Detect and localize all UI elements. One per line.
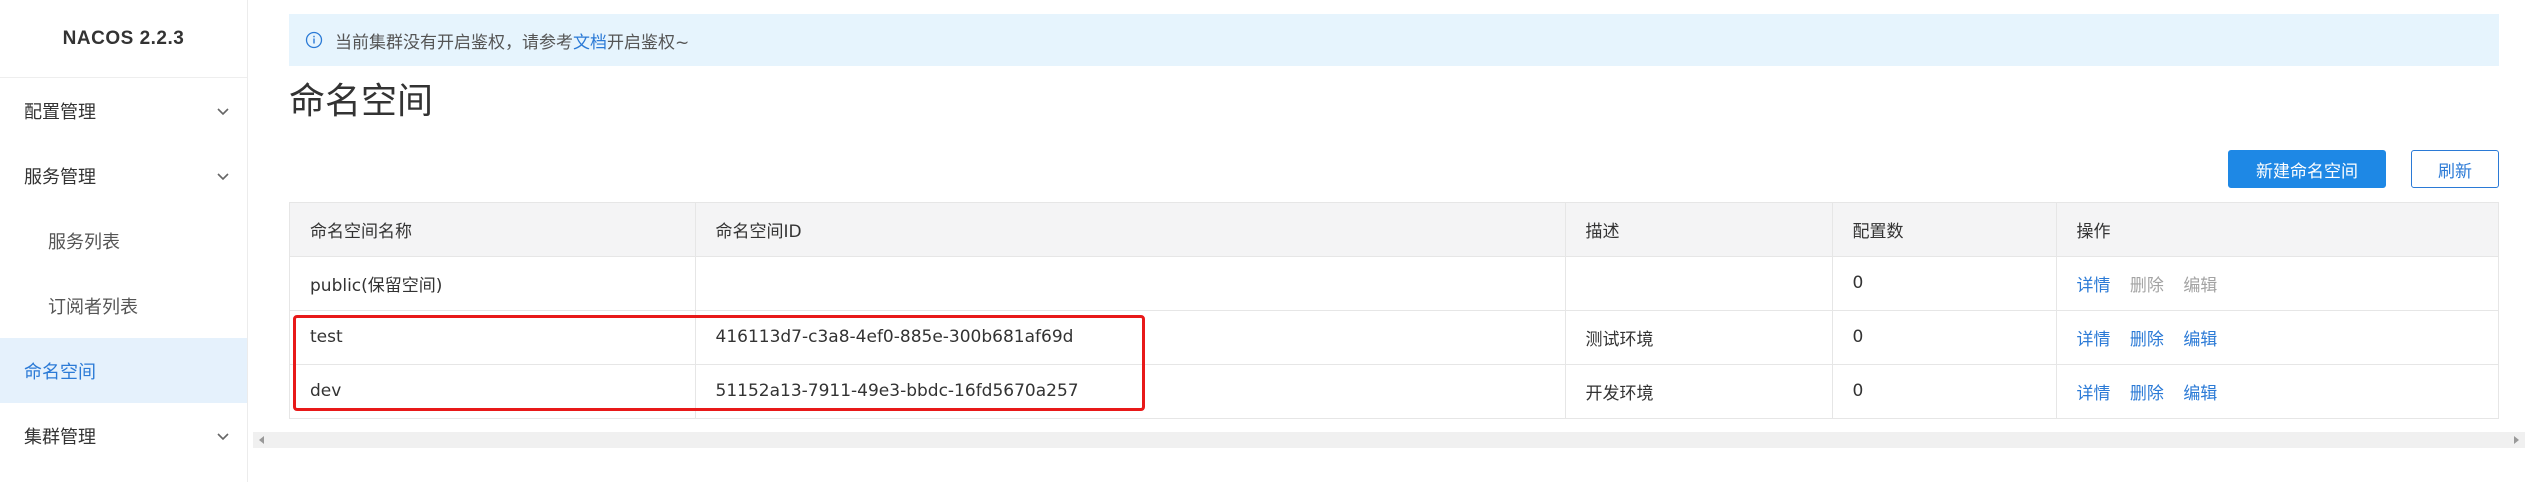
edit-link[interactable]: 编辑 [2183,330,2217,350]
row-actions: 详情 删除 编辑 [2056,364,2498,418]
config-count: 0 [1832,364,2057,418]
chevron-down-icon [217,432,229,440]
alert-text: 当前集群没有开启鉴权，请参考 [335,32,573,53]
auth-alert: 当前集群没有开启鉴权，请参考 文档 开启鉴权~ [289,14,2499,66]
sidebar-item-label: 命名空间 [24,361,96,383]
sidebar-item-label: 集群管理 [24,426,96,448]
namespace-name: dev [290,364,696,418]
docs-link[interactable]: 文档 [573,28,607,53]
sidebar-item-label: 订阅者列表 [48,296,138,318]
sidebar-item-config-management[interactable]: 配置管理 [0,78,247,143]
column-header-config-count: 配置数 [1832,203,2057,257]
chevron-down-icon [217,107,229,115]
delete-link[interactable]: 删除 [2130,330,2164,350]
horizontal-scrollbar[interactable] [253,432,2525,448]
app: NACOS 2.2.3 配置管理 服务管理 服务列表 订阅者列表 命名空间 集群… [0,0,2537,482]
sidebar-item-cluster-management[interactable]: 集群管理 [0,403,247,468]
detail-link[interactable]: 详情 [2077,276,2111,296]
detail-link[interactable]: 详情 [2077,330,2111,350]
column-header-id: 命名空间ID [695,203,1566,257]
namespace-id: 51152a13-7911-49e3-bbdc-16fd5670a257 [695,364,1566,418]
column-header-actions: 操作 [2056,203,2498,257]
namespace-id [695,256,1566,311]
edit-link[interactable]: 编辑 [2183,384,2217,404]
table-row: dev 51152a13-7911-49e3-bbdc-16fd5670a257… [290,364,2498,418]
namespace-id: 416113d7-c3a8-4ef0-885e-300b681af69d [695,310,1566,365]
delete-link[interactable]: 删除 [2130,384,2164,404]
sidebar: NACOS 2.2.3 配置管理 服务管理 服务列表 订阅者列表 命名空间 集群… [0,0,248,482]
sidebar-item-service-management[interactable]: 服务管理 [0,143,247,208]
config-count: 0 [1832,256,2057,311]
create-namespace-button[interactable]: 新建命名空间 [2228,150,2386,188]
namespace-description: 开发环境 [1565,364,1833,418]
namespace-name: test [290,310,696,365]
sidebar-item-namespace[interactable]: 命名空间 [0,338,247,403]
row-actions: 详情 删除 编辑 [2056,256,2498,311]
delete-link-disabled: 删除 [2129,275,2164,296]
edit-link-disabled: 编辑 [2183,275,2218,296]
sidebar-item-subscriber-list[interactable]: 订阅者列表 [0,273,247,338]
sidebar-item-service-list[interactable]: 服务列表 [0,208,247,273]
namespace-description: 测试环境 [1565,310,1833,365]
brand-logo: NACOS 2.2.3 [0,0,247,78]
table-row: test 416113d7-c3a8-4ef0-885e-300b681af69… [290,310,2498,365]
table-header-row: 命名空间名称 命名空间ID 描述 配置数 操作 [290,203,2498,257]
scroll-left-arrow-icon[interactable] [257,435,267,445]
main-content: 当前集群没有开启鉴权，请参考 文档 开启鉴权~ 命名空间 新建命名空间 刷新 命名空… [253,0,2525,482]
sidebar-item-label: 服务列表 [48,231,120,253]
column-header-name: 命名空间名称 [290,203,696,257]
info-icon [305,31,323,49]
page-title: 命名空间 [289,81,434,122]
namespace-name: public(保留空间) [290,256,696,311]
detail-link[interactable]: 详情 [2077,384,2111,404]
row-actions: 详情 删除 编辑 [2056,310,2498,365]
chevron-down-icon [217,172,229,180]
scroll-right-arrow-icon[interactable] [2511,435,2521,445]
column-header-description: 描述 [1565,203,1833,257]
namespace-description [1565,256,1833,311]
config-count: 0 [1832,310,2057,365]
sidebar-item-label: 服务管理 [24,166,96,188]
sidebar-item-label: 配置管理 [24,101,96,123]
refresh-button[interactable]: 刷新 [2411,150,2499,188]
namespace-table: 命名空间名称 命名空间ID 描述 配置数 操作 public(保留空间) 0 详… [289,202,2499,419]
alert-text-tail: 开启鉴权~ [607,32,690,53]
table-row: public(保留空间) 0 详情 删除 编辑 [290,256,2498,311]
